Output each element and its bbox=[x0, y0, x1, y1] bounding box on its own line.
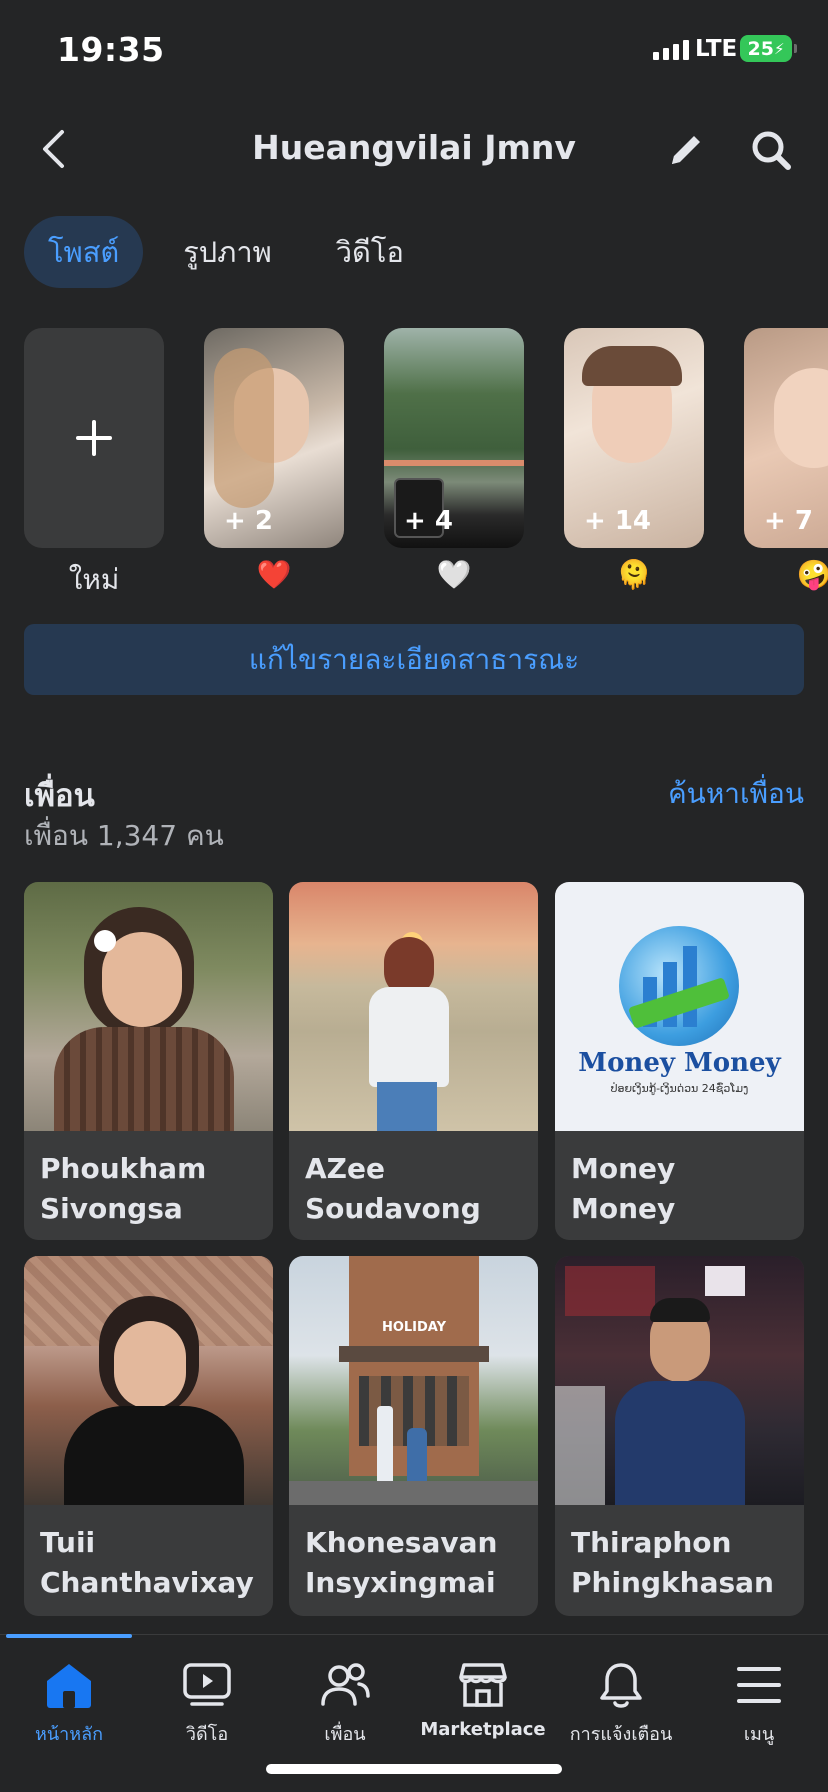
highlight-count: + 7 bbox=[764, 506, 813, 536]
marketplace-icon bbox=[453, 1657, 513, 1713]
friend-name-line2: Sivongsa bbox=[40, 1192, 183, 1225]
home-icon bbox=[39, 1657, 99, 1713]
friend-photo[interactable] bbox=[555, 1256, 804, 1505]
friend-name[interactable]: Money Money bbox=[555, 1131, 804, 1240]
tab-videos[interactable]: วิดีโอ bbox=[312, 216, 428, 288]
friend-name[interactable]: AZee Soudavong bbox=[289, 1131, 538, 1240]
friend-name-line1: Khonesavan bbox=[305, 1526, 498, 1559]
highlight-item[interactable]: + 14 🫠 bbox=[564, 328, 704, 594]
menu-icon bbox=[729, 1657, 789, 1713]
header: Hueangvilai Jmnv bbox=[0, 110, 828, 190]
friend-card[interactable]: Phoukham Sivongsa bbox=[24, 882, 273, 1240]
friend-card[interactable]: Money Money ປ່ອຍເງິນກູ້-ເງິນດ່ວນ 24ຊົ່ວໂ… bbox=[555, 882, 804, 1240]
nav-menu-label: เมนู bbox=[743, 1724, 775, 1745]
nav-notifications-label: การแจ้งเตือน bbox=[569, 1724, 673, 1745]
friend-name-line2: Insyxingmai bbox=[305, 1566, 496, 1599]
nav-home[interactable]: หน้าหลัก bbox=[0, 1657, 138, 1748]
friends-icon bbox=[315, 1657, 375, 1713]
friend-name[interactable]: Phoukham Sivongsa bbox=[24, 1131, 273, 1240]
highlight-thumbnail[interactable]: + 2 bbox=[204, 328, 344, 548]
friend-card[interactable]: Tuii Chanthavixay bbox=[24, 1256, 273, 1616]
nav-menu[interactable]: เมนู bbox=[690, 1657, 828, 1748]
battery-level: 25 bbox=[747, 37, 774, 60]
active-tab-indicator bbox=[6, 1634, 132, 1638]
friend-name[interactable]: Khonesavan Insyxingmai bbox=[289, 1505, 538, 1616]
search-icon bbox=[752, 131, 791, 170]
friend-photo[interactable]: HOLIDAY bbox=[289, 1256, 538, 1505]
friend-name-line1: Thiraphon bbox=[571, 1526, 732, 1559]
nav-marketplace-label: Marketplace bbox=[420, 1719, 546, 1740]
highlight-thumbnail[interactable]: + 7 bbox=[744, 328, 828, 548]
friend-name[interactable]: Tuii Chanthavixay bbox=[24, 1505, 273, 1616]
find-friends-link[interactable]: ค้นหาเพื่อน bbox=[668, 772, 804, 816]
pencil-icon bbox=[672, 136, 700, 164]
highlight-emoji: ❤️ bbox=[256, 558, 292, 591]
friends-count: เพื่อน 1,347 คน bbox=[24, 819, 224, 852]
home-indicator bbox=[266, 1764, 562, 1774]
highlight-item[interactable]: + 2 ❤️ bbox=[204, 328, 344, 594]
friend-photo[interactable] bbox=[24, 882, 273, 1131]
network-label: LTE bbox=[695, 36, 738, 62]
highlight-item[interactable]: + 4 🤍 bbox=[384, 328, 524, 594]
friend-name-line2: Chanthavixay bbox=[40, 1566, 254, 1599]
friend-photo[interactable] bbox=[24, 1256, 273, 1505]
friend-name[interactable]: Thiraphon Phingkhasan bbox=[555, 1505, 804, 1616]
money-logo-title: Money Money bbox=[578, 1048, 781, 1078]
friend-card[interactable]: HOLIDAY Khonesavan Insyxingmai bbox=[289, 1256, 538, 1616]
highlight-item[interactable]: + 7 🤪 bbox=[744, 328, 828, 594]
nav-friends[interactable]: เพื่อน bbox=[276, 1657, 414, 1748]
highlight-thumbnail[interactable]: + 14 bbox=[564, 328, 704, 548]
new-highlight[interactable]: ใหม่ bbox=[24, 328, 164, 596]
friend-card[interactable]: Thiraphon Phingkhasan bbox=[555, 1256, 804, 1616]
nav-home-label: หน้าหลัก bbox=[34, 1724, 104, 1745]
search-button[interactable] bbox=[745, 124, 797, 176]
new-highlight-card[interactable] bbox=[24, 328, 164, 548]
highlight-thumbnail[interactable]: + 4 bbox=[384, 328, 524, 548]
highlight-count: + 14 bbox=[584, 506, 652, 536]
nav-video-label: วิดีโอ bbox=[185, 1724, 229, 1745]
friend-name-line1: Money Money bbox=[571, 1152, 676, 1225]
friend-photo[interactable]: Money Money ປ່ອຍເງິນກູ້-ເງິນດ່ວນ 24ຊົ່ວໂ… bbox=[555, 882, 804, 1131]
holiday-sign: HOLIDAY bbox=[381, 1320, 447, 1335]
tab-photos[interactable]: รูปภาพ bbox=[159, 216, 296, 288]
video-icon bbox=[177, 1657, 237, 1713]
nav-notifications[interactable]: การแจ้งเตือน bbox=[552, 1657, 690, 1748]
highlight-emoji: 🤍 bbox=[436, 558, 472, 591]
nav-friends-label: เพื่อน bbox=[324, 1724, 366, 1745]
friend-name-line1: AZee bbox=[305, 1152, 385, 1185]
friend-name-line2: Phingkhasan bbox=[571, 1566, 774, 1599]
edit-public-details-button[interactable]: แก้ไขรายละเอียดสาธารณะ bbox=[24, 624, 804, 695]
status-time: 19:35 bbox=[57, 30, 165, 69]
highlight-count: + 2 bbox=[224, 506, 273, 536]
signal-icon bbox=[653, 40, 689, 60]
new-highlight-label: ใหม่ bbox=[68, 563, 120, 596]
edit-button[interactable] bbox=[660, 124, 712, 176]
friend-card[interactable]: AZee Soudavong bbox=[289, 882, 538, 1240]
bell-icon bbox=[591, 1657, 651, 1713]
highlights-row: ใหม่ + 2 ❤️ + 4 🤍 + 14 🫠 + 7 🤪 bbox=[24, 328, 828, 598]
plus-icon bbox=[76, 420, 112, 456]
nav-marketplace[interactable]: Marketplace bbox=[414, 1657, 552, 1740]
highlight-emoji: 🤪 bbox=[796, 558, 828, 591]
tab-posts[interactable]: โพสต์ bbox=[24, 216, 144, 288]
money-logo-subtitle: ປ່ອຍເງິນກູ້-ເງິນດ່ວນ 24ຊົ່ວໂມງ bbox=[610, 1082, 749, 1095]
status-bar: 19:35 LTE 25 ⚡ bbox=[0, 0, 828, 100]
profile-tabs: โพสต์ รูปภาพ วิดีโอ bbox=[24, 216, 428, 288]
friend-name-line1: Phoukham bbox=[40, 1152, 207, 1185]
highlight-count: + 4 bbox=[404, 506, 453, 536]
highlight-emoji: 🫠 bbox=[616, 558, 652, 591]
friend-name-line1: Tuii bbox=[40, 1526, 96, 1559]
friend-name-line2: Soudavong bbox=[305, 1192, 481, 1225]
nav-video[interactable]: วิดีโอ bbox=[138, 1657, 276, 1748]
friend-photo[interactable] bbox=[289, 882, 538, 1131]
battery-icon: 25 ⚡ bbox=[740, 35, 797, 62]
friends-section-title: เพื่อน bbox=[24, 778, 95, 814]
